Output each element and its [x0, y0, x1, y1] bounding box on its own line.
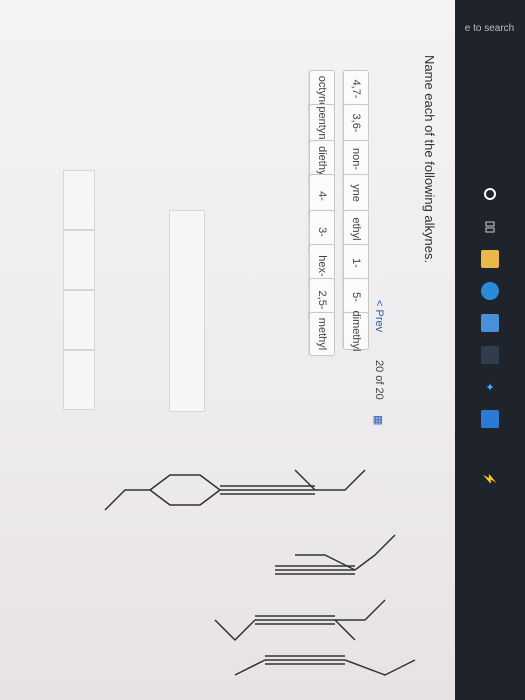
store-icon[interactable] [481, 314, 499, 332]
mail-icon[interactable] [481, 410, 499, 428]
amazon-icon[interactable] [481, 346, 499, 364]
cortana-icon[interactable] [481, 185, 499, 203]
alkyne-structures [104, 469, 416, 676]
answer-slot[interactable] [63, 290, 95, 350]
word-tile[interactable]: ethyl [343, 210, 369, 248]
structure-2-chain [354, 534, 396, 571]
word-tile-label: 4- [316, 191, 328, 201]
taskbar: e to search ✦ ⚡ [455, 0, 525, 700]
dropbox-icon[interactable]: ✦ [481, 378, 499, 396]
structure-1-chain [294, 469, 366, 491]
word-tile[interactable]: 1- [343, 244, 369, 282]
word-tile-label: 5- [350, 292, 362, 302]
word-tile[interactable]: methyl [309, 312, 335, 356]
structure-3-end [214, 619, 256, 641]
structure-1-substituent [104, 489, 150, 511]
answer-slot[interactable] [169, 210, 205, 412]
word-tile-label: 3,6- [350, 113, 362, 133]
word-tile-label: 1- [350, 258, 362, 268]
structure-4-chain [344, 659, 416, 676]
word-tile-label: non- [350, 147, 362, 171]
word-tile-label: yne [350, 184, 362, 202]
word-tile[interactable]: 3,6- [343, 104, 369, 142]
word-tile[interactable]: dimethyl [343, 310, 369, 352]
word-tile-label: 4,7- [350, 79, 362, 99]
task-view-icon[interactable] [481, 218, 499, 236]
structure-2-branch [295, 554, 356, 571]
word-tile-label: methyl [316, 317, 328, 351]
prev-button[interactable]: < Prev [373, 300, 385, 332]
screen: e to search ✦ ⚡ Name each of the followi… [0, 0, 525, 700]
page-counter: 20 of 20 [373, 360, 385, 400]
answer-slot[interactable] [63, 230, 95, 290]
word-tile[interactable]: non- [343, 140, 369, 178]
question-heading: Name each of the following alkynes. [422, 55, 437, 264]
word-tile-label: dimethyl [350, 310, 362, 352]
word-tile-label: 3- [316, 227, 328, 237]
question-page: Name each of the following alkynes. octy… [0, 0, 455, 700]
word-tile[interactable]: 4,7- [343, 70, 369, 108]
structure-3-chain [335, 599, 386, 621]
structure-1-ring [149, 474, 221, 506]
file-explorer-icon[interactable] [481, 250, 499, 268]
word-tile-label: ethyl [350, 217, 362, 241]
power-icon[interactable]: ⚡ [481, 470, 499, 488]
grid-view-icon[interactable]: ▦ [372, 415, 385, 425]
word-tile-label: 2,5- [316, 290, 328, 310]
answer-slot[interactable] [63, 350, 95, 410]
word-tile[interactable]: yne [343, 174, 369, 212]
taskbar-search[interactable]: e to search [455, 4, 525, 64]
taskbar-search-text: e to search [465, 23, 515, 35]
edge-icon[interactable] [481, 282, 499, 300]
word-tile-label: hex- [316, 255, 328, 277]
answer-slot[interactable] [63, 170, 95, 230]
